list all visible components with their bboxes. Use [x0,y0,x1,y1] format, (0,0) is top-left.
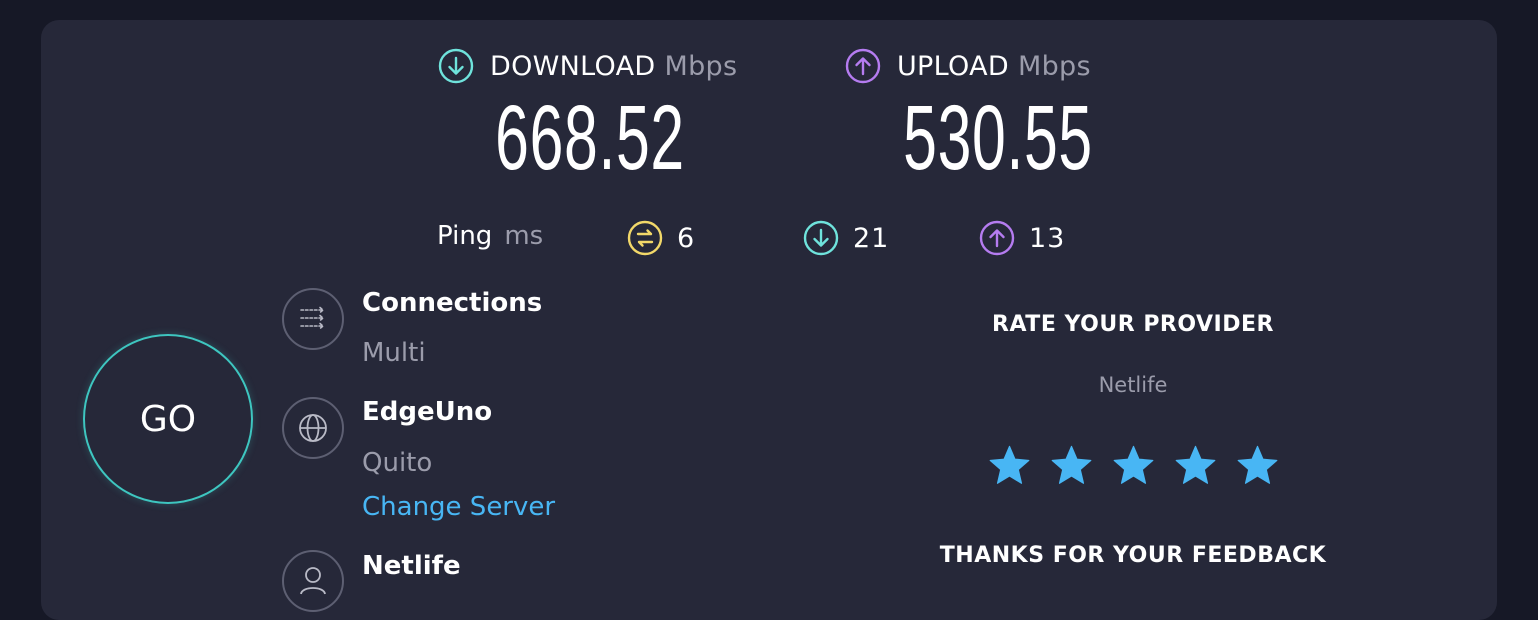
server-location: Quito [362,448,433,478]
download-speed-value: 668.52 [495,87,685,189]
ping-download-value: 21 [853,222,890,254]
star-icon[interactable] [1049,443,1094,488]
upload-speed-value: 530.55 [903,87,1093,189]
connections-value[interactable]: Multi [362,338,426,368]
ping-title: Ping [437,221,493,251]
upload-unit: Mbps [1017,50,1091,82]
upload-header: UPLOAD Mbps [845,48,1091,84]
star-icon[interactable] [1235,443,1280,488]
globe-icon [282,397,344,459]
star-icon[interactable] [1173,443,1218,488]
connections-title: Connections [362,288,543,318]
ping-idle-icon [627,220,663,256]
change-server-link[interactable]: Change Server [362,492,555,522]
ping-idle: 6 [627,220,695,256]
connections-icon [282,288,344,350]
rated-provider-name: Netlife [1098,373,1168,397]
user-icon [282,550,344,612]
ping-idle-value: 6 [677,222,696,254]
ping-download: 21 [803,220,889,256]
server-name: EdgeUno [362,397,493,427]
ping-unit: ms [504,221,544,251]
feedback-thanks: THANKS FOR YOUR FEEDBACK [939,543,1327,568]
rate-provider-title: RATE YOUR PROVIDER [992,312,1274,337]
download-unit: Mbps [664,50,738,82]
ping-upload-icon [979,220,1015,256]
download-header: DOWNLOAD Mbps [438,48,737,84]
ping-upload: 13 [979,220,1065,256]
ping-label: Ping ms [437,221,543,251]
ping-download-icon [803,220,839,256]
go-button[interactable]: GO [83,334,253,504]
upload-arrow-icon [845,48,881,84]
star-icon[interactable] [1111,443,1156,488]
download-arrow-icon [438,48,474,84]
upload-label: UPLOAD [897,50,1009,82]
download-label: DOWNLOAD [490,50,656,82]
star-icon[interactable] [987,443,1032,488]
star-rating [987,443,1280,488]
ping-upload-value: 13 [1029,222,1066,254]
provider-name: Netlife [362,551,461,581]
